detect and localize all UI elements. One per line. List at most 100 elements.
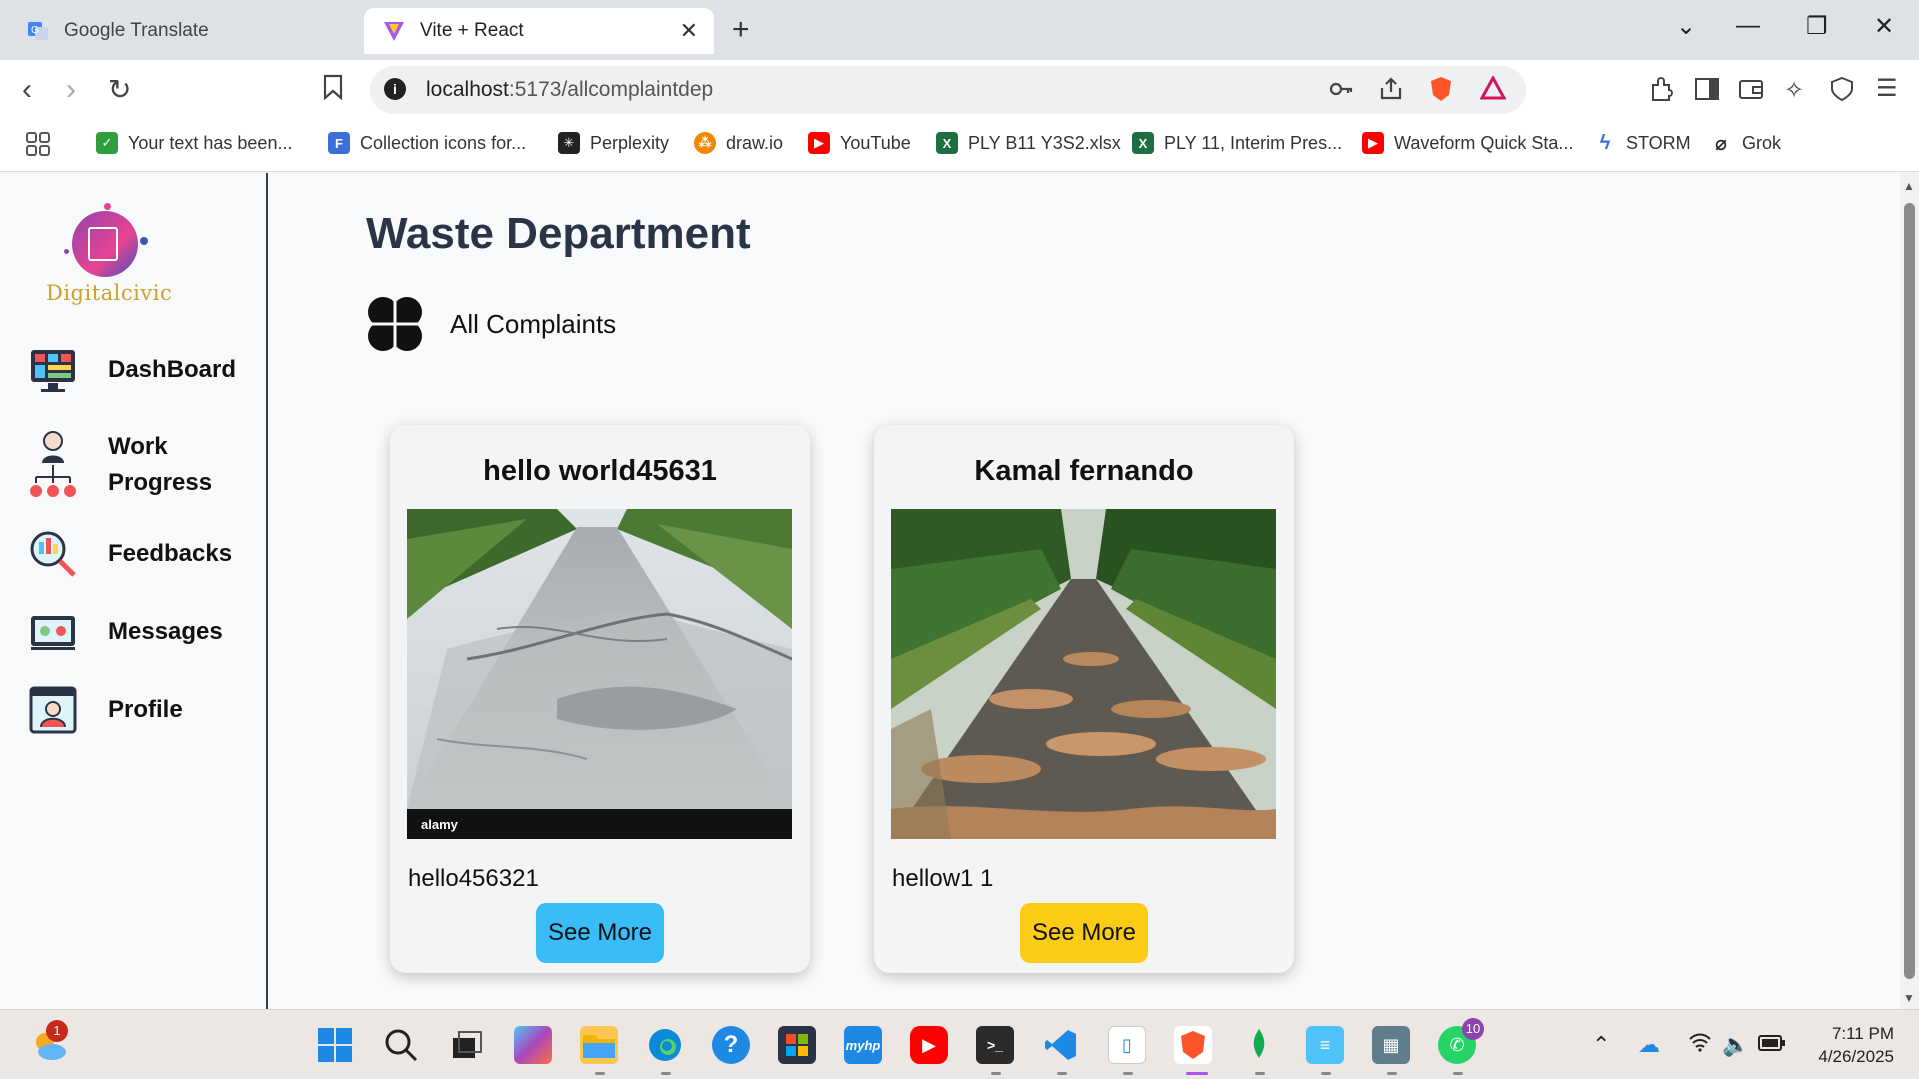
share-icon[interactable] — [1378, 76, 1404, 109]
back-button[interactable]: ‹ — [22, 72, 32, 108]
logo-document-icon — [88, 227, 118, 261]
bookmark-item[interactable]: ⁂ draw.io — [694, 132, 783, 154]
calculator-icon[interactable]: ▦ — [1372, 1026, 1410, 1064]
messages-icon — [28, 607, 78, 657]
grok-icon: ⌀ — [1714, 132, 1728, 155]
sidebar-item-work-progress[interactable]: Work Progress — [28, 429, 238, 501]
app-logo[interactable]: Digitalcivic — [46, 203, 172, 313]
perplexity-icon: ✳ — [558, 132, 580, 154]
bookmark-item[interactable]: X PLY 11, Interim Pres... — [1132, 132, 1342, 154]
battery-icon[interactable] — [1758, 1032, 1786, 1058]
complaint-title: hello world45631 — [483, 455, 717, 487]
youtube-icon: ▶ — [1362, 132, 1384, 154]
feedback-icon — [28, 529, 78, 579]
excel-icon: X — [1132, 132, 1154, 154]
complaint-description: hello456321 — [408, 865, 539, 892]
sidebar-item-label: DashBoard — [108, 356, 237, 383]
scroll-up-arrow-icon[interactable]: ▲ — [1903, 179, 1915, 193]
close-window-button[interactable]: ✕ — [1874, 12, 1894, 41]
bookmark-item[interactable]: F Collection icons for... — [328, 132, 526, 154]
tab-search-chevron-icon[interactable]: ⌄ — [1676, 12, 1696, 41]
search-icon[interactable] — [382, 1026, 420, 1064]
apps-grid-icon[interactable] — [26, 132, 50, 156]
terminal-icon[interactable]: >_ — [976, 1026, 1014, 1064]
bookmark-item[interactable]: ✳ Perplexity — [558, 132, 669, 154]
excel-icon: X — [936, 132, 958, 154]
wallet-icon[interactable] — [1738, 76, 1764, 109]
brave-rewards-icon[interactable] — [1479, 74, 1507, 107]
key-icon[interactable] — [1328, 76, 1354, 109]
forward-button[interactable]: › — [66, 72, 76, 108]
sidebar-item-label: Work Progress — [108, 433, 213, 496]
menu-icon[interactable]: ☰ — [1876, 74, 1898, 103]
sidebar-item-messages[interactable]: Messages — [28, 607, 238, 657]
vscode-icon[interactable] — [1042, 1026, 1080, 1064]
sidebar-item-label: Messages — [108, 618, 223, 645]
flaticon-icon: F — [328, 132, 350, 154]
notepad-app-icon[interactable]: ▯ — [1108, 1026, 1146, 1064]
complaint-card: hello world45631 alamy hello456321 See M… — [390, 425, 810, 973]
system-clock[interactable]: 7:11 PM 4/26/2025 — [1806, 1022, 1894, 1068]
extensions-icon[interactable] — [1648, 76, 1674, 109]
sidebar-item-profile[interactable]: Profile — [28, 685, 238, 735]
restore-button[interactable]: ❐ — [1806, 12, 1828, 41]
myhp-icon[interactable]: myhp — [844, 1026, 882, 1064]
task-view-icon[interactable] — [448, 1026, 486, 1064]
url-text[interactable]: localhost:5173/allcomplaintdep — [426, 78, 713, 102]
see-more-button[interactable]: See More — [1020, 903, 1148, 963]
section-label: All Complaints — [450, 308, 617, 339]
brave-browser-icon[interactable] — [1174, 1026, 1212, 1064]
scrollbar-thumb[interactable] — [1904, 203, 1915, 979]
storm-icon: ϟ — [1599, 131, 1611, 154]
page-scrollbar[interactable]: ▲ ▼ — [1900, 173, 1919, 1009]
bookmark-item[interactable]: ▶ Waveform Quick Sta... — [1362, 132, 1573, 154]
profile-icon — [28, 685, 78, 735]
bookmark-item[interactable]: ϟ STORM — [1594, 132, 1691, 154]
tab-google-translate[interactable]: G Google Translate — [8, 8, 358, 54]
wifi-icon[interactable] — [1688, 1032, 1712, 1058]
notepad-icon[interactable]: ≡ — [1306, 1026, 1344, 1064]
clover-grid-icon — [366, 295, 424, 353]
volume-icon[interactable]: 🔈 — [1722, 1032, 1749, 1058]
vpn-shield-icon[interactable] — [1830, 76, 1854, 109]
bookmark-item[interactable]: ✓ Your text has been... — [96, 132, 292, 154]
running-indicator — [1255, 1072, 1265, 1075]
show-hidden-icons-icon[interactable]: ⌃ — [1592, 1032, 1610, 1058]
address-bar[interactable]: i localhost:5173/allcomplaintdep — [370, 66, 1526, 114]
vite-icon — [382, 19, 406, 43]
leo-ai-icon[interactable]: ✧ — [1784, 76, 1804, 105]
bookmark-icon[interactable] — [322, 74, 344, 107]
sidebar-item-feedbacks[interactable]: Feedbacks — [28, 529, 238, 579]
microsoft-store-icon[interactable] — [778, 1026, 816, 1064]
app-page: Digitalcivic DashBoard Work Progress Fee… — [0, 173, 1900, 1009]
mongodb-icon[interactable] — [1240, 1026, 1278, 1064]
bookmark-item[interactable]: ▶ YouTube — [808, 132, 911, 154]
google-translate-icon: G — [26, 19, 50, 43]
bookmark-item[interactable]: ⌀ Grok — [1710, 132, 1781, 155]
whatsapp-badge: 10 — [1462, 1018, 1484, 1040]
copilot-icon[interactable] — [514, 1026, 552, 1064]
page-title: Waste Department — [366, 209, 751, 258]
running-indicator — [661, 1072, 671, 1075]
youtube-icon: ▶ — [808, 132, 830, 154]
close-tab-icon[interactable]: ✕ — [680, 18, 698, 44]
help-icon[interactable]: ? — [712, 1026, 750, 1064]
tab-vite-react[interactable]: Vite + React ✕ — [364, 8, 714, 54]
windows-start-icon[interactable] — [316, 1026, 354, 1064]
dashboard-icon — [28, 345, 78, 395]
youtube-app-icon[interactable]: ▶ — [910, 1026, 948, 1064]
complaint-description: hellow1 1 — [892, 865, 994, 892]
bookmark-item[interactable]: X PLY B11 Y3S2.xlsx — [936, 132, 1121, 154]
scroll-down-arrow-icon[interactable]: ▼ — [1903, 991, 1915, 1005]
new-tab-button[interactable]: + — [732, 12, 750, 48]
minimize-button[interactable]: — — [1736, 12, 1760, 40]
file-explorer-icon[interactable] — [580, 1026, 618, 1064]
site-info-icon[interactable]: i — [384, 78, 406, 100]
sidebar-icon[interactable] — [1694, 76, 1720, 109]
edge-icon[interactable] — [646, 1026, 684, 1064]
onedrive-icon[interactable]: ☁ — [1638, 1032, 1660, 1058]
reload-button[interactable]: ↻ — [108, 72, 131, 108]
sidebar-item-dashboard[interactable]: DashBoard — [28, 345, 238, 395]
see-more-button[interactable]: See More — [536, 903, 664, 963]
brave-shield-icon[interactable] — [1428, 75, 1454, 110]
